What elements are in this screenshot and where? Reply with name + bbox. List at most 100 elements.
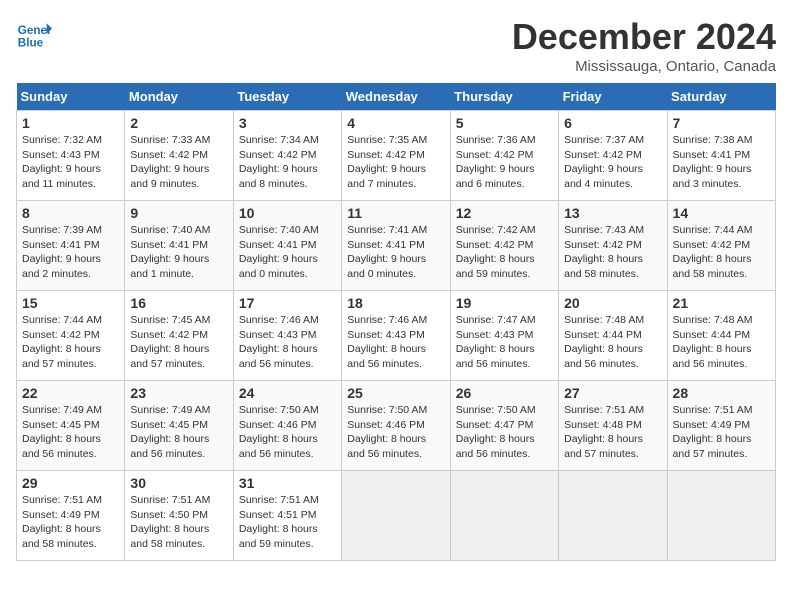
calendar-cell: 1 Sunrise: 7:32 AM Sunset: 4:43 PM Dayli…	[17, 111, 125, 201]
day-number: 15	[22, 295, 119, 311]
day-number: 3	[239, 115, 336, 131]
day-info: Sunrise: 7:49 AM Sunset: 4:45 PM Dayligh…	[22, 403, 119, 462]
logo-icon: General Blue	[16, 16, 52, 52]
day-info: Sunrise: 7:32 AM Sunset: 4:43 PM Dayligh…	[22, 133, 119, 192]
title-area: December 2024 Mississauga, Ontario, Cana…	[512, 16, 776, 75]
weekday-header-thursday: Thursday	[450, 83, 558, 111]
week-row-5: 29 Sunrise: 7:51 AM Sunset: 4:49 PM Dayl…	[17, 471, 776, 561]
calendar-cell: 4 Sunrise: 7:35 AM Sunset: 4:42 PM Dayli…	[342, 111, 450, 201]
day-info: Sunrise: 7:51 AM Sunset: 4:50 PM Dayligh…	[130, 493, 227, 552]
day-number: 30	[130, 475, 227, 491]
weekday-header-tuesday: Tuesday	[233, 83, 341, 111]
calendar-cell: 16 Sunrise: 7:45 AM Sunset: 4:42 PM Dayl…	[125, 291, 233, 381]
calendar-cell: 6 Sunrise: 7:37 AM Sunset: 4:42 PM Dayli…	[559, 111, 667, 201]
weekday-header-row: SundayMondayTuesdayWednesdayThursdayFrid…	[17, 83, 776, 111]
day-info: Sunrise: 7:46 AM Sunset: 4:43 PM Dayligh…	[347, 313, 444, 372]
day-number: 25	[347, 385, 444, 401]
day-number: 14	[673, 205, 770, 221]
location: Mississauga, Ontario, Canada	[512, 58, 776, 75]
day-number: 17	[239, 295, 336, 311]
day-number: 31	[239, 475, 336, 491]
logo: General Blue	[16, 16, 52, 52]
day-number: 7	[673, 115, 770, 131]
day-number: 8	[22, 205, 119, 221]
calendar-cell: 31 Sunrise: 7:51 AM Sunset: 4:51 PM Dayl…	[233, 471, 341, 561]
day-info: Sunrise: 7:40 AM Sunset: 4:41 PM Dayligh…	[239, 223, 336, 282]
calendar-cell: 11 Sunrise: 7:41 AM Sunset: 4:41 PM Dayl…	[342, 201, 450, 291]
day-number: 6	[564, 115, 661, 131]
calendar-cell: 7 Sunrise: 7:38 AM Sunset: 4:41 PM Dayli…	[667, 111, 775, 201]
calendar-cell: 14 Sunrise: 7:44 AM Sunset: 4:42 PM Dayl…	[667, 201, 775, 291]
day-info: Sunrise: 7:34 AM Sunset: 4:42 PM Dayligh…	[239, 133, 336, 192]
calendar-cell: 29 Sunrise: 7:51 AM Sunset: 4:49 PM Dayl…	[17, 471, 125, 561]
day-info: Sunrise: 7:50 AM Sunset: 4:47 PM Dayligh…	[456, 403, 553, 462]
day-number: 12	[456, 205, 553, 221]
day-number: 18	[347, 295, 444, 311]
day-info: Sunrise: 7:51 AM Sunset: 4:48 PM Dayligh…	[564, 403, 661, 462]
day-info: Sunrise: 7:48 AM Sunset: 4:44 PM Dayligh…	[673, 313, 770, 372]
page-header: General Blue December 2024 Mississauga, …	[16, 16, 776, 75]
calendar-cell: 3 Sunrise: 7:34 AM Sunset: 4:42 PM Dayli…	[233, 111, 341, 201]
day-number: 26	[456, 385, 553, 401]
day-number: 28	[673, 385, 770, 401]
day-number: 10	[239, 205, 336, 221]
day-number: 22	[22, 385, 119, 401]
day-info: Sunrise: 7:45 AM Sunset: 4:42 PM Dayligh…	[130, 313, 227, 372]
calendar-cell: 24 Sunrise: 7:50 AM Sunset: 4:46 PM Dayl…	[233, 381, 341, 471]
day-info: Sunrise: 7:48 AM Sunset: 4:44 PM Dayligh…	[564, 313, 661, 372]
calendar-cell: 12 Sunrise: 7:42 AM Sunset: 4:42 PM Dayl…	[450, 201, 558, 291]
day-info: Sunrise: 7:38 AM Sunset: 4:41 PM Dayligh…	[673, 133, 770, 192]
calendar-cell: 15 Sunrise: 7:44 AM Sunset: 4:42 PM Dayl…	[17, 291, 125, 381]
weekday-header-wednesday: Wednesday	[342, 83, 450, 111]
calendar-cell: 21 Sunrise: 7:48 AM Sunset: 4:44 PM Dayl…	[667, 291, 775, 381]
calendar-cell: 13 Sunrise: 7:43 AM Sunset: 4:42 PM Dayl…	[559, 201, 667, 291]
calendar-cell: 25 Sunrise: 7:50 AM Sunset: 4:46 PM Dayl…	[342, 381, 450, 471]
calendar-cell: 30 Sunrise: 7:51 AM Sunset: 4:50 PM Dayl…	[125, 471, 233, 561]
calendar-table: SundayMondayTuesdayWednesdayThursdayFrid…	[16, 83, 776, 561]
weekday-header-sunday: Sunday	[17, 83, 125, 111]
day-number: 11	[347, 205, 444, 221]
day-info: Sunrise: 7:36 AM Sunset: 4:42 PM Dayligh…	[456, 133, 553, 192]
day-info: Sunrise: 7:42 AM Sunset: 4:42 PM Dayligh…	[456, 223, 553, 282]
weekday-header-friday: Friday	[559, 83, 667, 111]
day-info: Sunrise: 7:46 AM Sunset: 4:43 PM Dayligh…	[239, 313, 336, 372]
day-number: 1	[22, 115, 119, 131]
calendar-cell: 27 Sunrise: 7:51 AM Sunset: 4:48 PM Dayl…	[559, 381, 667, 471]
week-row-1: 1 Sunrise: 7:32 AM Sunset: 4:43 PM Dayli…	[17, 111, 776, 201]
day-number: 2	[130, 115, 227, 131]
week-row-4: 22 Sunrise: 7:49 AM Sunset: 4:45 PM Dayl…	[17, 381, 776, 471]
day-info: Sunrise: 7:47 AM Sunset: 4:43 PM Dayligh…	[456, 313, 553, 372]
day-number: 13	[564, 205, 661, 221]
day-info: Sunrise: 7:33 AM Sunset: 4:42 PM Dayligh…	[130, 133, 227, 192]
month-title: December 2024	[512, 16, 776, 58]
calendar-cell: 28 Sunrise: 7:51 AM Sunset: 4:49 PM Dayl…	[667, 381, 775, 471]
weekday-header-saturday: Saturday	[667, 83, 775, 111]
week-row-3: 15 Sunrise: 7:44 AM Sunset: 4:42 PM Dayl…	[17, 291, 776, 381]
day-number: 27	[564, 385, 661, 401]
weekday-header-monday: Monday	[125, 83, 233, 111]
day-info: Sunrise: 7:51 AM Sunset: 4:49 PM Dayligh…	[22, 493, 119, 552]
calendar-cell: 9 Sunrise: 7:40 AM Sunset: 4:41 PM Dayli…	[125, 201, 233, 291]
day-number: 20	[564, 295, 661, 311]
svg-text:Blue: Blue	[18, 37, 44, 50]
day-number: 9	[130, 205, 227, 221]
calendar-cell: 19 Sunrise: 7:47 AM Sunset: 4:43 PM Dayl…	[450, 291, 558, 381]
calendar-cell: 22 Sunrise: 7:49 AM Sunset: 4:45 PM Dayl…	[17, 381, 125, 471]
day-info: Sunrise: 7:41 AM Sunset: 4:41 PM Dayligh…	[347, 223, 444, 282]
calendar-cell: 5 Sunrise: 7:36 AM Sunset: 4:42 PM Dayli…	[450, 111, 558, 201]
day-number: 23	[130, 385, 227, 401]
day-number: 24	[239, 385, 336, 401]
day-info: Sunrise: 7:39 AM Sunset: 4:41 PM Dayligh…	[22, 223, 119, 282]
calendar-cell	[450, 471, 558, 561]
day-info: Sunrise: 7:50 AM Sunset: 4:46 PM Dayligh…	[239, 403, 336, 462]
day-info: Sunrise: 7:51 AM Sunset: 4:51 PM Dayligh…	[239, 493, 336, 552]
day-number: 21	[673, 295, 770, 311]
day-number: 5	[456, 115, 553, 131]
day-number: 29	[22, 475, 119, 491]
week-row-2: 8 Sunrise: 7:39 AM Sunset: 4:41 PM Dayli…	[17, 201, 776, 291]
calendar-cell	[559, 471, 667, 561]
day-info: Sunrise: 7:40 AM Sunset: 4:41 PM Dayligh…	[130, 223, 227, 282]
day-info: Sunrise: 7:49 AM Sunset: 4:45 PM Dayligh…	[130, 403, 227, 462]
day-number: 16	[130, 295, 227, 311]
calendar-cell: 20 Sunrise: 7:48 AM Sunset: 4:44 PM Dayl…	[559, 291, 667, 381]
